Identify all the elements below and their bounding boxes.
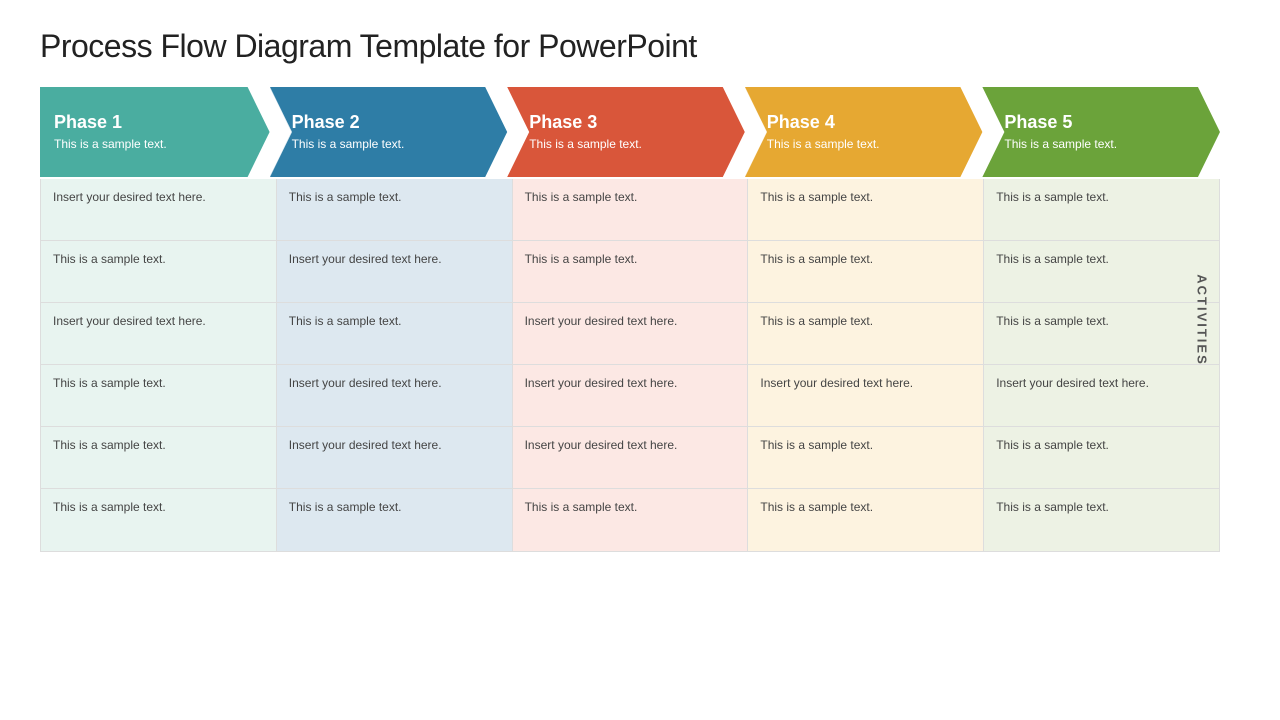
grid-cell-4-1[interactable]: This is a sample text. [748,179,983,241]
phase-2-label: Phase 2 [292,112,494,133]
grid-cell-1-6[interactable]: This is a sample text. [41,489,276,551]
phase-2-arrow: Phase 2 This is a sample text. [270,87,508,177]
grid-cell-2-1[interactable]: This is a sample text. [277,179,512,241]
grid-cell-1-5[interactable]: This is a sample text. [41,427,276,489]
grid-cell-2-5[interactable]: Insert your desired text here. [277,427,512,489]
page-title: Process Flow Diagram Template for PowerP… [40,28,1240,65]
grid-cell-2-3[interactable]: This is a sample text. [277,303,512,365]
grid-cell-3-6[interactable]: This is a sample text. [513,489,748,551]
grid-cell-4-5[interactable]: This is a sample text. [748,427,983,489]
grid-cell-1-2[interactable]: This is a sample text. [41,241,276,303]
phase-3-arrow: Phase 3 This is a sample text. [507,87,745,177]
activities-label: ACTIVITIES [1195,274,1210,366]
phase-4-sub: This is a sample text. [767,137,969,153]
grid-cell-1-1[interactable]: Insert your desired text here. [41,179,276,241]
grid-cell-4-6[interactable]: This is a sample text. [748,489,983,551]
phase-5-sub: This is a sample text. [1004,137,1206,153]
grid-cell-4-4[interactable]: Insert your desired text here. [748,365,983,427]
grid-col-4: This is a sample text.This is a sample t… [748,179,984,551]
phase-header-row: Phase 1 This is a sample text. Phase 2 T… [40,87,1220,177]
phase-5-arrow: Phase 5 This is a sample text. [982,87,1220,177]
grid-cell-5-5[interactable]: This is a sample text. [984,427,1219,489]
grid-cell-1-3[interactable]: Insert your desired text here. [41,303,276,365]
grid-cell-3-4[interactable]: Insert your desired text here. [513,365,748,427]
grid-col-1: Insert your desired text here.This is a … [41,179,277,551]
grid-cell-2-2[interactable]: Insert your desired text here. [277,241,512,303]
grid-cell-5-2[interactable]: This is a sample text. [984,241,1219,303]
grid-cell-3-1[interactable]: This is a sample text. [513,179,748,241]
page: Process Flow Diagram Template for PowerP… [0,0,1280,720]
grid-col-5: This is a sample text.This is a sample t… [984,179,1219,551]
grid-cell-5-6[interactable]: This is a sample text. [984,489,1219,551]
main-content: Phase 1 This is a sample text. Phase 2 T… [40,87,1220,552]
grid-cell-2-4[interactable]: Insert your desired text here. [277,365,512,427]
grid-cell-1-4[interactable]: This is a sample text. [41,365,276,427]
phase-3-label: Phase 3 [529,112,731,133]
phase-1-arrow: Phase 1 This is a sample text. [40,87,270,177]
phase-4-label: Phase 4 [767,112,969,133]
phase-1-sub: This is a sample text. [54,137,256,153]
activity-grid: Insert your desired text here.This is a … [40,179,1220,552]
grid-col-3: This is a sample text.This is a sample t… [513,179,749,551]
grid-cell-5-1[interactable]: This is a sample text. [984,179,1219,241]
grid-col-2: This is a sample text.Insert your desire… [277,179,513,551]
grid-cell-5-3[interactable]: This is a sample text. [984,303,1219,365]
phase-4-arrow: Phase 4 This is a sample text. [745,87,983,177]
phase-5-label: Phase 5 [1004,112,1206,133]
grid-cell-3-5[interactable]: Insert your desired text here. [513,427,748,489]
phase-3-sub: This is a sample text. [529,137,731,153]
grid-cell-3-3[interactable]: Insert your desired text here. [513,303,748,365]
phase-1-label: Phase 1 [54,112,256,133]
grid-cell-4-3[interactable]: This is a sample text. [748,303,983,365]
grid-cell-4-2[interactable]: This is a sample text. [748,241,983,303]
grid-cell-2-6[interactable]: This is a sample text. [277,489,512,551]
content-wrapper: Phase 1 This is a sample text. Phase 2 T… [40,87,1240,552]
phase-2-sub: This is a sample text. [292,137,494,153]
grid-cell-5-4[interactable]: Insert your desired text here. [984,365,1219,427]
grid-cell-3-2[interactable]: This is a sample text. [513,241,748,303]
